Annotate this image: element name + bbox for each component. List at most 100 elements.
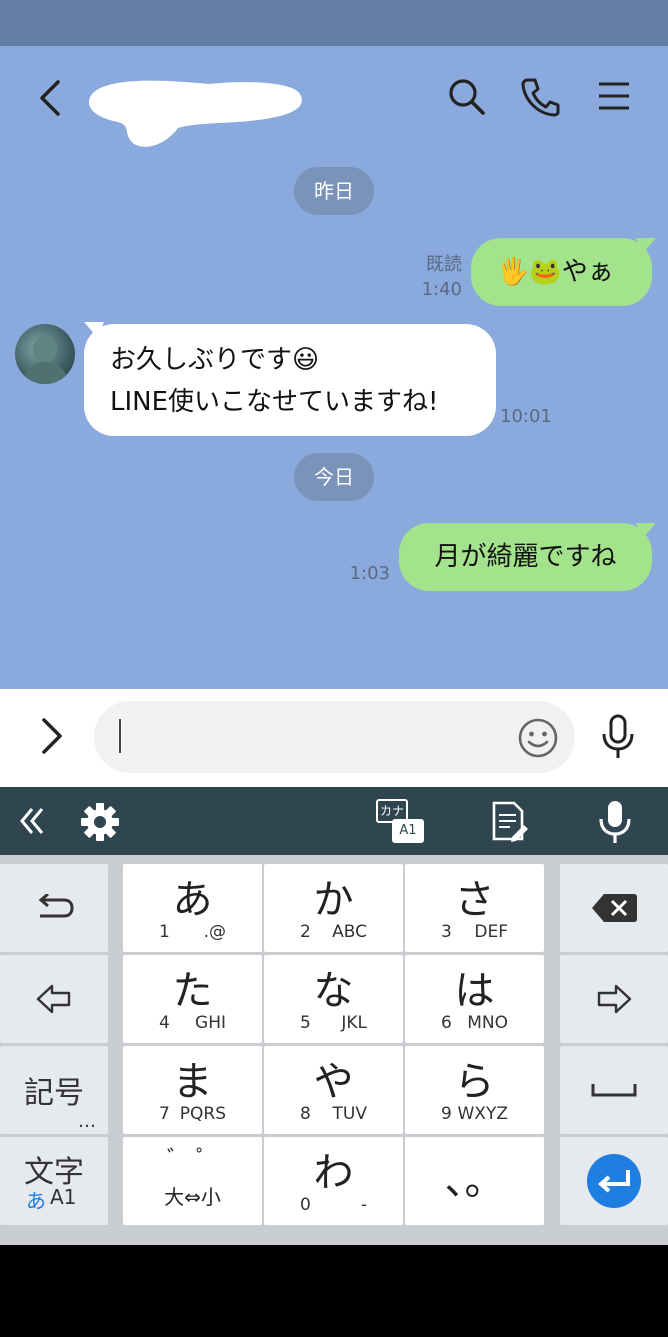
message-text: 月が綺麗ですね bbox=[434, 542, 617, 572]
key-alpha: MNO bbox=[467, 1013, 508, 1033]
key-kana: た bbox=[172, 968, 213, 1014]
message-time: 10:01 bbox=[500, 406, 552, 427]
message-meta: 既読 1:40 bbox=[400, 252, 462, 302]
text-caret bbox=[119, 719, 121, 753]
chat-area[interactable]: 昨日 既読 1:40 🖐🐸やぁ お久しぶりです😃 LINE使いこなせていますね!… bbox=[0, 46, 668, 689]
key-a[interactable]: あ 1 .@ bbox=[123, 864, 262, 952]
key-kana: さ bbox=[454, 877, 495, 923]
key-num: 3 bbox=[441, 922, 452, 942]
key-num: 0 bbox=[300, 1195, 311, 1215]
key-wa[interactable]: わ 0 - bbox=[264, 1137, 403, 1225]
key-ma[interactable]: ま 7 PQRS bbox=[123, 1046, 262, 1134]
search-icon[interactable] bbox=[444, 74, 488, 118]
input-mode-key[interactable]: 文字 あ A1 bbox=[0, 1137, 108, 1225]
undo-arrow-icon bbox=[38, 894, 74, 918]
symbol-dots: … bbox=[78, 1111, 96, 1132]
key-alpha: TUV bbox=[332, 1104, 367, 1124]
space-icon bbox=[591, 1084, 637, 1097]
key-alpha: DEF bbox=[474, 922, 508, 942]
backspace-icon bbox=[592, 894, 637, 922]
space-key[interactable] bbox=[560, 1046, 668, 1134]
double-chevron-left-icon[interactable] bbox=[16, 805, 48, 837]
message-text: 🖐🐸やぁ bbox=[497, 257, 614, 287]
message-line-1: お久しぶりです😃 bbox=[110, 345, 320, 375]
key-ka[interactable]: か 2 ABC bbox=[264, 864, 403, 952]
key-sub: 大⇔小 bbox=[164, 1185, 221, 1209]
key-alpha: .@ bbox=[203, 922, 226, 942]
backspace-key[interactable] bbox=[560, 864, 668, 952]
key-kana: あ bbox=[172, 877, 213, 923]
key-ha[interactable]: は 6 MNO bbox=[405, 955, 544, 1043]
key-dakuten[interactable]: ゛ ゜ 大⇔小 bbox=[123, 1137, 262, 1225]
keyboard-toolbar: カナ A1 bbox=[0, 787, 668, 855]
microphone-icon[interactable] bbox=[596, 712, 640, 762]
key-num: 6 bbox=[441, 1013, 452, 1033]
key-num: 7 bbox=[159, 1104, 170, 1124]
redacted-contact-name bbox=[88, 80, 302, 147]
key-kana: か bbox=[313, 877, 354, 923]
mode-sub-a: あ bbox=[26, 1189, 46, 1213]
navigation-area bbox=[0, 1245, 668, 1337]
key-num: 1 bbox=[159, 922, 170, 942]
message-line-2: LINE使いこなせていますね! bbox=[110, 387, 439, 417]
key-na[interactable]: な 5 JKL bbox=[264, 955, 403, 1043]
sent-message-bubble[interactable]: 月が綺麗ですね bbox=[399, 523, 652, 591]
read-receipt: 既読 bbox=[426, 254, 462, 275]
cursor-right-key[interactable] bbox=[560, 955, 668, 1043]
key-num: 9 bbox=[441, 1104, 452, 1124]
key-ya[interactable]: や 8 TUV bbox=[264, 1046, 403, 1134]
key-num: 2 bbox=[300, 922, 311, 942]
arrow-right-icon bbox=[597, 984, 632, 1014]
key-kana: ま bbox=[172, 1059, 213, 1105]
bubble-tail bbox=[636, 523, 656, 539]
symbol-key[interactable]: 記号 … bbox=[0, 1046, 108, 1134]
key-alpha: PQRS bbox=[179, 1104, 226, 1124]
key-alpha: - bbox=[360, 1195, 367, 1215]
mode-sub-b: A1 bbox=[50, 1185, 77, 1209]
key-num: 5 bbox=[300, 1013, 311, 1033]
key-num: 4 bbox=[159, 1013, 170, 1033]
voice-input-icon[interactable] bbox=[596, 799, 634, 845]
key-num: 8 bbox=[300, 1104, 311, 1124]
chat-header bbox=[0, 46, 668, 156]
kana-a1-toggle-icon[interactable]: カナ A1 bbox=[376, 799, 426, 845]
key-alpha: ABC bbox=[332, 922, 367, 942]
emoji-icon[interactable] bbox=[516, 716, 560, 760]
key-alpha: GHI bbox=[195, 1013, 226, 1033]
key-punctuation[interactable]: 、。 bbox=[405, 1137, 544, 1225]
enter-key[interactable] bbox=[560, 1137, 668, 1225]
enter-icon bbox=[587, 1154, 641, 1208]
clipboard-edit-icon[interactable] bbox=[490, 799, 530, 845]
status-bar bbox=[0, 0, 668, 46]
chevron-right-icon[interactable] bbox=[34, 712, 70, 760]
key-kana: ゛ ゜ bbox=[167, 1147, 218, 1172]
bubble-tail bbox=[636, 238, 656, 254]
key-ra[interactable]: ら 9 WXYZ bbox=[405, 1046, 544, 1134]
key-kana: な bbox=[313, 968, 354, 1014]
date-separator-yesterday: 昨日 bbox=[294, 167, 374, 215]
key-kana: ら bbox=[454, 1059, 495, 1105]
gear-icon[interactable] bbox=[78, 800, 122, 844]
flick-keyboard: 記号 … 文字 あ A1 あ 1 .@ か 2 ABC さ 3 DEF た 4 … bbox=[0, 855, 668, 1245]
avatar-image bbox=[23, 336, 69, 384]
key-alpha: WXYZ bbox=[457, 1104, 509, 1124]
contact-avatar[interactable] bbox=[15, 324, 75, 384]
hamburger-menu-icon[interactable] bbox=[592, 74, 636, 118]
sent-message-bubble[interactable]: 🖐🐸やぁ bbox=[471, 238, 652, 306]
back-chevron-icon[interactable] bbox=[32, 76, 72, 120]
key-kana: 、。 bbox=[444, 1158, 505, 1204]
key-ta[interactable]: た 4 GHI bbox=[123, 955, 262, 1043]
date-separator-today: 今日 bbox=[294, 453, 374, 501]
key-alpha: JKL bbox=[341, 1013, 367, 1033]
key-kana: や bbox=[313, 1059, 354, 1105]
message-input[interactable] bbox=[94, 701, 575, 773]
phone-icon[interactable] bbox=[518, 74, 562, 118]
message-time: 1:03 bbox=[349, 563, 390, 584]
key-kana: は bbox=[454, 968, 495, 1014]
cursor-left-key[interactable] bbox=[0, 955, 108, 1043]
key-sa[interactable]: さ 3 DEF bbox=[405, 864, 544, 952]
message-time: 1:40 bbox=[421, 279, 462, 300]
a1-label: A1 bbox=[392, 819, 424, 843]
received-message-bubble[interactable]: お久しぶりです😃 LINE使いこなせていますね! bbox=[84, 324, 496, 436]
undo-key[interactable] bbox=[0, 864, 108, 952]
